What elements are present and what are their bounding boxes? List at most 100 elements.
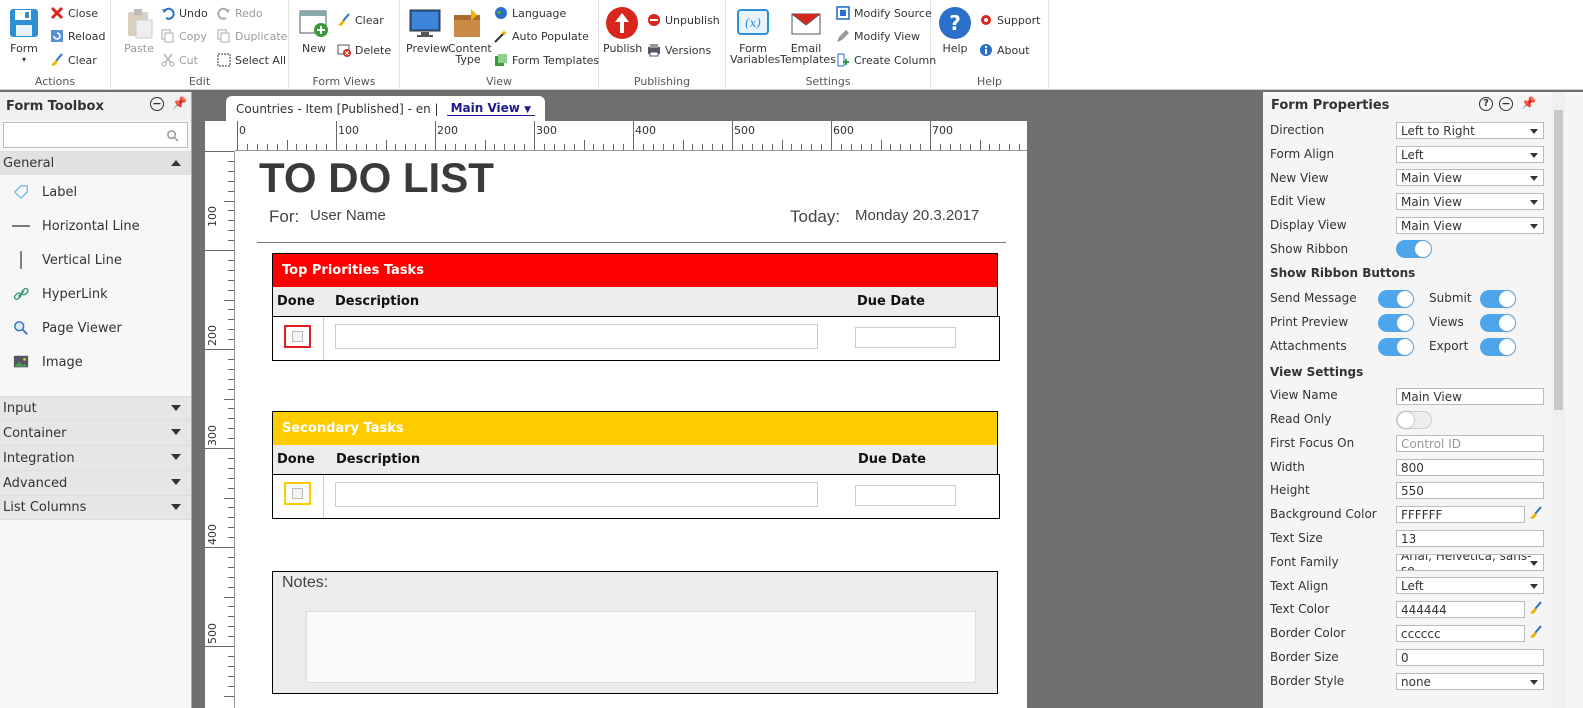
category-integration[interactable]: Integration xyxy=(0,445,191,470)
category-input[interactable]: Input xyxy=(0,396,191,420)
help-button[interactable]: ? Help xyxy=(937,6,973,54)
description-input[interactable] xyxy=(335,482,818,507)
col-done-label[interactable]: Done xyxy=(277,452,315,467)
collapse-icon[interactable]: − xyxy=(150,97,164,111)
delete-view-button[interactable]: Delete xyxy=(337,40,391,60)
duplicate-button[interactable]: Duplicate xyxy=(217,26,287,46)
collapse-icon[interactable]: − xyxy=(1499,97,1513,111)
display-view-select[interactable]: Main View xyxy=(1396,217,1544,234)
font-family-select[interactable]: Arial, Helvetica, sans-se xyxy=(1396,554,1544,571)
border-style-select[interactable]: none xyxy=(1396,673,1544,690)
pin-icon[interactable]: 📌 xyxy=(172,96,187,110)
top-priorities-header[interactable]: Top Priorities Tasks xyxy=(272,253,998,287)
tool-page-viewer[interactable]: Page Viewer xyxy=(0,311,191,345)
for-label[interactable]: For: xyxy=(269,207,299,227)
export-toggle[interactable] xyxy=(1480,338,1516,356)
col-description-label[interactable]: Description xyxy=(335,294,419,309)
toolbox-search[interactable] xyxy=(3,122,188,148)
about-button[interactable]: About xyxy=(979,40,1030,60)
modify-view-button[interactable]: Modify View xyxy=(836,26,920,46)
category-general[interactable]: General xyxy=(0,151,191,175)
pin-icon[interactable]: 📌 xyxy=(1521,96,1536,110)
done-checkbox[interactable] xyxy=(292,488,303,499)
tool-vertical-line[interactable]: Vertical Line xyxy=(0,243,191,277)
modify-source-button[interactable]: Modify Source xyxy=(836,3,932,23)
category-advanced[interactable]: Advanced xyxy=(0,470,191,495)
for-value[interactable]: User Name xyxy=(310,207,386,224)
text-color-input[interactable]: 444444 xyxy=(1396,601,1525,618)
direction-select[interactable]: Left to Right xyxy=(1396,122,1544,139)
new-view-button[interactable]: New xyxy=(297,6,331,54)
create-column-button[interactable]: Create Column xyxy=(836,50,936,70)
height-input[interactable]: 550 xyxy=(1396,482,1544,499)
print-preview-toggle[interactable] xyxy=(1378,314,1414,332)
category-container[interactable]: Container xyxy=(0,420,191,445)
show-ribbon-toggle[interactable] xyxy=(1396,240,1432,258)
due-date-input[interactable] xyxy=(855,485,956,506)
due-date-input[interactable] xyxy=(855,327,956,348)
view-name-input[interactable]: Main View xyxy=(1396,388,1544,405)
auto-populate-button[interactable]: Auto Populate xyxy=(494,26,589,46)
properties-scrollbar[interactable] xyxy=(1552,92,1565,708)
form-button[interactable]: Form ▾ xyxy=(6,6,42,65)
form-align-select[interactable]: Left xyxy=(1396,146,1544,163)
form-variables-button[interactable]: (x) Form Variables xyxy=(730,6,780,65)
cut-button[interactable]: Cut xyxy=(161,50,198,70)
scrollbar-thumb[interactable] xyxy=(1554,110,1563,410)
today-value[interactable]: Monday 20.3.2017 xyxy=(855,207,979,224)
tool-image[interactable]: Image xyxy=(0,345,191,379)
color-picker-icon[interactable] xyxy=(1529,601,1543,615)
tool-label[interactable]: Label xyxy=(0,175,191,209)
bg-color-input[interactable]: FFFFFF xyxy=(1396,506,1525,523)
tool-hyperlink[interactable]: HyperLink xyxy=(0,277,191,311)
view-selector[interactable]: Main View ▼ xyxy=(446,101,535,116)
preview-button[interactable]: Preview xyxy=(406,6,449,54)
edit-view-select[interactable]: Main View xyxy=(1396,193,1544,210)
attachments-toggle[interactable] xyxy=(1378,338,1414,356)
notes-section[interactable]: Notes: xyxy=(272,571,998,694)
horizontal-divider[interactable] xyxy=(257,242,1006,243)
col-due-date-label[interactable]: Due Date xyxy=(858,452,926,467)
text-align-select[interactable]: Left xyxy=(1396,577,1544,594)
description-input[interactable] xyxy=(335,324,818,349)
read-only-toggle[interactable] xyxy=(1396,411,1432,429)
close-button[interactable]: Close xyxy=(50,3,98,23)
color-picker-icon[interactable] xyxy=(1529,625,1543,639)
col-description-label[interactable]: Description xyxy=(336,452,420,467)
form-title[interactable]: TO DO LIST xyxy=(259,154,494,202)
content-type-button[interactable]: Content Type xyxy=(448,6,492,65)
search-icon[interactable] xyxy=(166,129,179,142)
category-list-columns[interactable]: List Columns xyxy=(0,495,191,520)
border-size-input[interactable]: 0 xyxy=(1396,649,1544,666)
toolbox-search-input[interactable] xyxy=(4,123,154,145)
new-view-select[interactable]: Main View xyxy=(1396,169,1544,186)
done-checkbox[interactable] xyxy=(292,331,303,342)
tool-horizontal-line[interactable]: Horizontal Line xyxy=(0,209,191,243)
undo-button[interactable]: Undo xyxy=(161,3,208,23)
select-all-button[interactable]: Select All xyxy=(217,50,286,70)
view-tab[interactable]: Countries - Item [Published] - en | Main… xyxy=(226,96,545,121)
form-templates-button[interactable]: Form Templates xyxy=(494,50,599,70)
publish-button[interactable]: Publish xyxy=(603,6,642,54)
col-done-label[interactable]: Done xyxy=(277,294,315,309)
unpublish-button[interactable]: Unpublish xyxy=(647,10,720,30)
today-label[interactable]: Today: xyxy=(790,207,840,227)
notes-textarea[interactable] xyxy=(306,611,976,683)
clear-button[interactable]: Clear xyxy=(50,50,97,70)
col-due-date-label[interactable]: Due Date xyxy=(857,294,925,309)
width-input[interactable]: 800 xyxy=(1396,459,1544,476)
email-templates-button[interactable]: Email Templates xyxy=(780,6,836,65)
border-color-input[interactable]: cccccc xyxy=(1396,625,1525,642)
help-icon[interactable]: ? xyxy=(1479,97,1493,111)
color-picker-icon[interactable] xyxy=(1529,506,1543,520)
done-checkbox-frame[interactable] xyxy=(284,325,311,348)
support-button[interactable]: Support xyxy=(979,10,1040,30)
secondary-tasks-header[interactable]: Secondary Tasks xyxy=(272,411,998,445)
clear-view-button[interactable]: Clear xyxy=(337,10,384,30)
versions-button[interactable]: Versions xyxy=(647,40,711,60)
submit-toggle[interactable] xyxy=(1480,290,1516,308)
views-toggle[interactable] xyxy=(1480,314,1516,332)
send-message-toggle[interactable] xyxy=(1378,290,1414,308)
redo-button[interactable]: Redo xyxy=(217,3,263,23)
text-size-input[interactable]: 13 xyxy=(1396,530,1544,547)
